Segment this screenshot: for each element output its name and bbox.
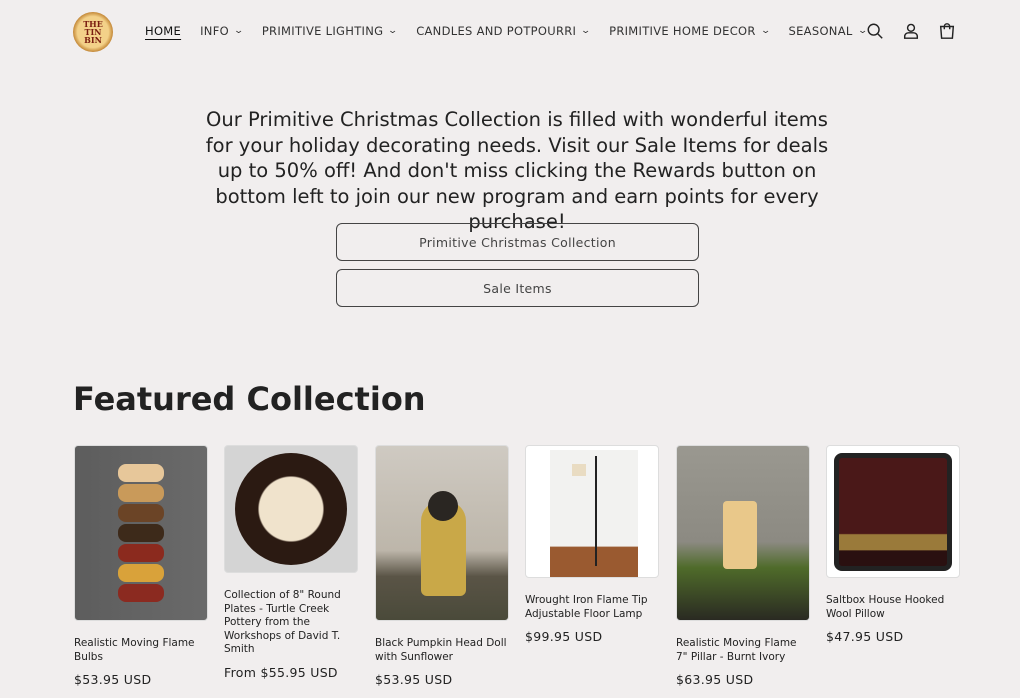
nav-primitive-lighting[interactable]: PRIMITIVE LIGHTING ⌄ — [261, 24, 399, 38]
product-title[interactable]: Realistic Moving Flame Bulbs — [74, 637, 208, 664]
product-image[interactable] — [74, 445, 208, 621]
product-price: $99.95 USD — [525, 629, 603, 644]
product-price: $63.95 USD — [676, 672, 754, 687]
product-card[interactable]: Saltbox House Hooked Wool Pillow $47.95 … — [826, 445, 960, 644]
nav-seasonal[interactable]: SEASONAL ⌄ — [788, 24, 868, 38]
nav-info[interactable]: INFO ⌄ — [200, 24, 245, 38]
nav-label: PRIMITIVE HOME DECOR — [609, 24, 756, 38]
sale-items-button[interactable]: Sale Items — [336, 269, 699, 307]
product-title[interactable]: Black Pumpkin Head Doll with Sunflower — [375, 637, 509, 664]
chevron-down-icon: ⌄ — [760, 26, 772, 36]
nav-label: SEASONAL — [788, 24, 853, 38]
nav-label: INFO — [200, 24, 229, 38]
product-price: $47.95 USD — [826, 629, 904, 644]
chevron-down-icon: ⌄ — [580, 26, 592, 36]
product-price: $53.95 USD — [74, 672, 152, 687]
product-title[interactable]: Collection of 8" Round Plates - Turtle C… — [224, 589, 358, 657]
cart-icon[interactable] — [938, 22, 956, 40]
product-price: $53.95 USD — [375, 672, 453, 687]
product-image[interactable] — [525, 445, 659, 578]
intro-text: Our Primitive Christmas Collection is fi… — [205, 108, 829, 233]
nav-candles-potpourri[interactable]: CANDLES AND POTPOURRI ⌄ — [416, 24, 592, 38]
account-icon[interactable] — [902, 22, 920, 40]
product-card[interactable]: Black Pumpkin Head Doll with Sunflower $… — [375, 445, 509, 687]
nav-label: CANDLES AND POTPOURRI — [416, 24, 577, 38]
product-card[interactable]: Realistic Moving Flame Bulbs $53.95 USD — [74, 445, 208, 687]
chevron-down-icon: ⌄ — [233, 26, 245, 36]
product-image[interactable] — [375, 445, 509, 621]
product-card[interactable]: Wrought Iron Flame Tip Adjustable Floor … — [525, 445, 659, 644]
christmas-collection-button[interactable]: Primitive Christmas Collection — [336, 223, 699, 261]
product-image[interactable] — [224, 445, 358, 573]
site-header: THE TIN BIN HOME INFO ⌄ PRIMITIVE LIGHTING ⌄… — [0, 0, 1020, 64]
product-image[interactable] — [676, 445, 810, 621]
nav-label: PRIMITIVE LIGHTING — [261, 24, 384, 38]
product-image[interactable] — [826, 445, 960, 578]
product-title[interactable]: Wrought Iron Flame Tip Adjustable Floor … — [525, 594, 659, 621]
logo[interactable]: THE TIN BIN — [73, 12, 113, 52]
product-card[interactable]: Realistic Moving Flame 7" Pillar - Burnt… — [676, 445, 810, 687]
product-card[interactable]: Collection of 8" Round Plates - Turtle C… — [224, 445, 358, 680]
nav-primitive-home-decor[interactable]: PRIMITIVE HOME DECOR ⌄ — [609, 24, 772, 38]
main-nav: HOME INFO ⌄ PRIMITIVE LIGHTING ⌄ CANDLES A… — [145, 24, 868, 38]
featured-heading: Featured Collection — [73, 380, 426, 418]
product-title[interactable]: Realistic Moving Flame 7" Pillar - Burnt… — [676, 637, 810, 664]
nav-home[interactable]: HOME — [145, 24, 181, 38]
product-title[interactable]: Saltbox House Hooked Wool Pillow — [826, 594, 960, 621]
chevron-down-icon: ⌄ — [387, 26, 399, 36]
search-icon[interactable] — [866, 22, 884, 40]
product-price: From $55.95 USD — [224, 664, 338, 680]
